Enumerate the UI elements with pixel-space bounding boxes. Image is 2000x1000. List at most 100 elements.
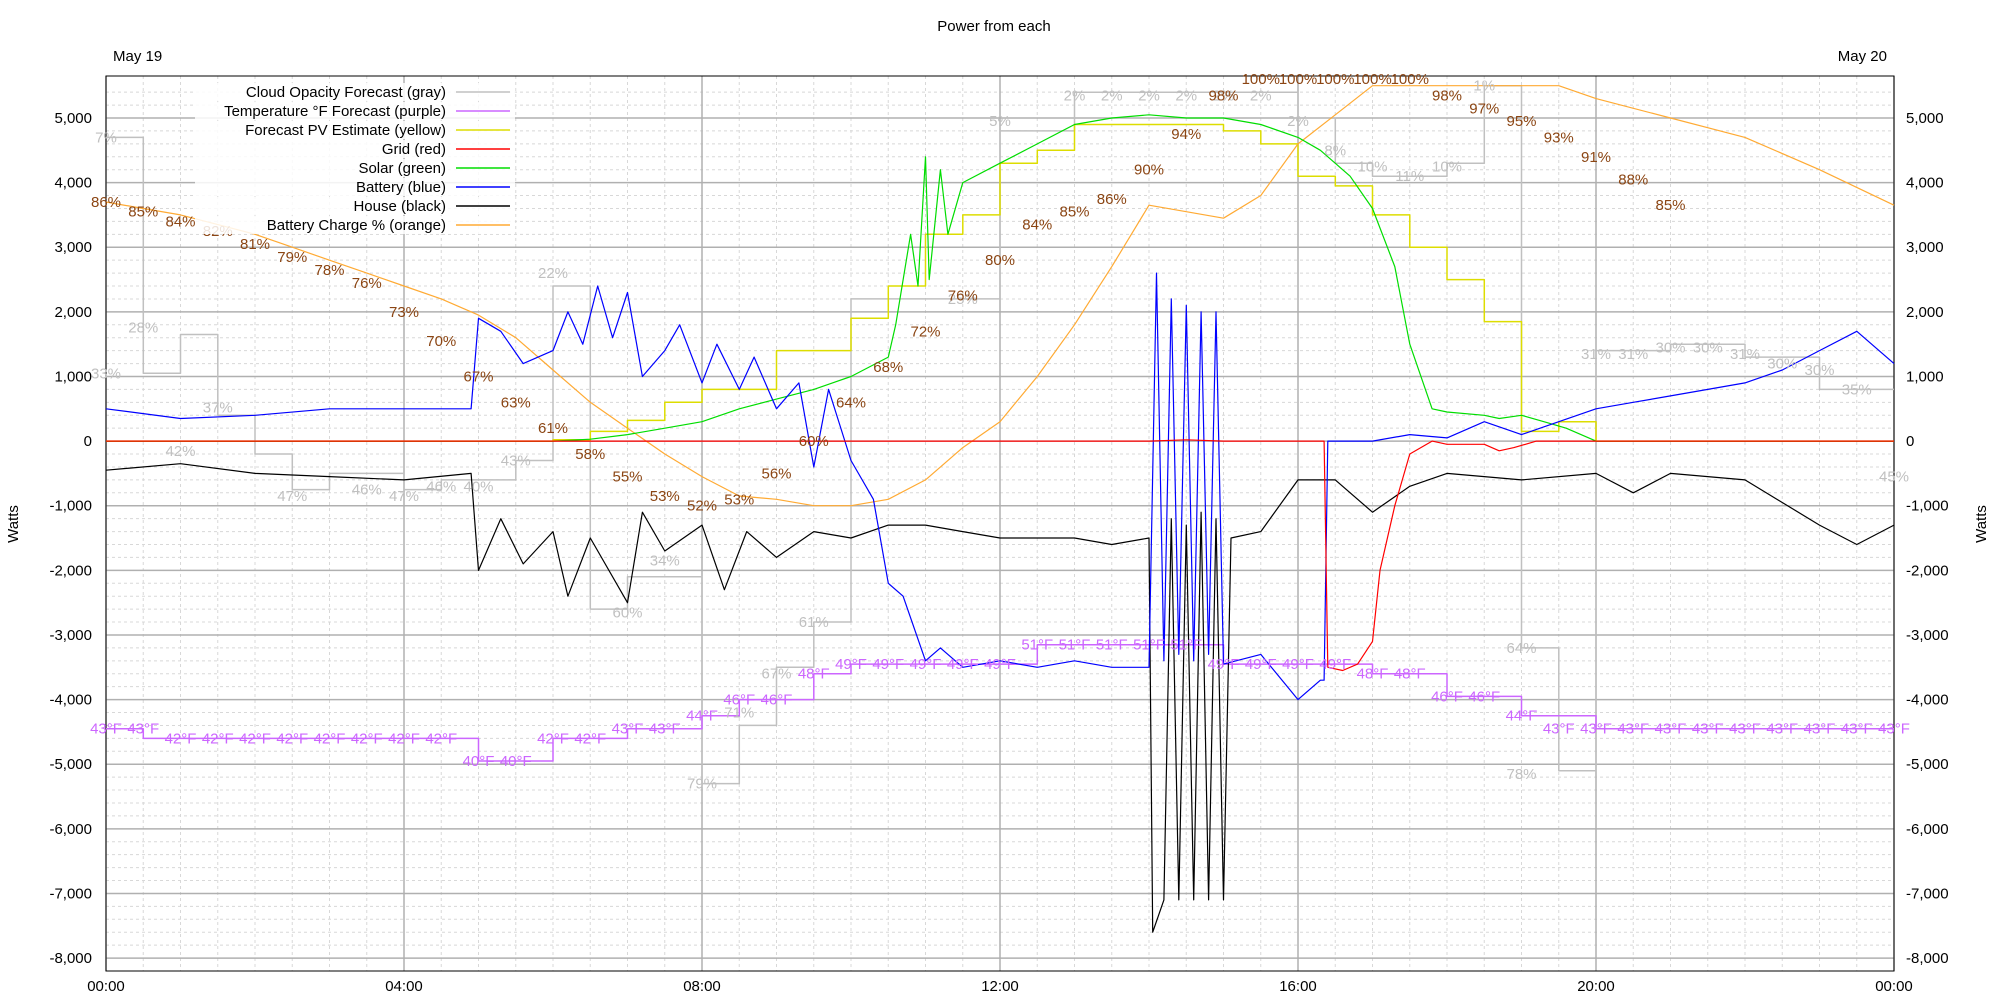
data-label: 40°F <box>500 753 532 770</box>
data-label: 43°F <box>90 721 122 738</box>
data-label: 67% <box>463 368 493 385</box>
data-label: 60% <box>799 433 829 450</box>
y-tick-label-left: 5,000 <box>54 110 92 127</box>
data-label: 42°F <box>165 730 197 747</box>
y-axis-label-left: Watts <box>5 505 22 543</box>
data-label: 100% <box>1242 71 1280 88</box>
data-label: 46°F <box>761 692 793 709</box>
data-label: 43% <box>501 452 531 469</box>
data-label: 84% <box>165 213 195 230</box>
data-label: 76% <box>352 275 382 292</box>
data-label: 48°F <box>1357 666 1389 683</box>
data-label: 2% <box>1064 87 1086 104</box>
data-label: 85% <box>1655 197 1685 214</box>
data-label: 100% <box>1353 71 1391 88</box>
data-label: 47% <box>277 488 307 505</box>
data-label: 43°F <box>1804 721 1836 738</box>
y-tick-label-right: -8,000 <box>1906 950 1949 967</box>
y-tick-label-right: -6,000 <box>1906 821 1949 838</box>
data-label: 95% <box>1506 113 1536 130</box>
data-label: 31% <box>1730 346 1760 363</box>
y-tick-label-left: 0 <box>84 433 92 450</box>
data-label: 42°F <box>425 730 457 747</box>
data-label: 43°F <box>1655 721 1687 738</box>
y-tick-label-right: 4,000 <box>1906 175 1944 192</box>
legend: Cloud Opacity Forecast (gray) Temperature… <box>195 83 515 234</box>
data-label: 42°F <box>388 730 420 747</box>
data-label: 49°F <box>872 656 904 673</box>
data-label: 100% <box>1316 71 1354 88</box>
data-label: 51°F <box>1133 637 1165 654</box>
data-label: 43°F <box>127 721 159 738</box>
data-label: 43°F <box>649 721 681 738</box>
y-tick-label-right: -7,000 <box>1906 885 1949 902</box>
data-label: 86% <box>1097 191 1127 208</box>
y-tick-label-right: -1,000 <box>1906 498 1949 515</box>
data-label: 46% <box>426 478 456 495</box>
data-label: 33% <box>91 365 121 382</box>
x-tick-label: 12:00 <box>981 978 1019 995</box>
data-label: 46°F <box>1431 688 1463 705</box>
data-label: 46% <box>352 482 382 499</box>
data-label: 2% <box>1287 113 1309 130</box>
y-tick-label-right: 0 <box>1906 433 1914 450</box>
data-label: 43°F <box>612 721 644 738</box>
power-chart: Power from each May 19 May 20 Watts Watt… <box>5 18 1990 995</box>
data-label: 5% <box>989 113 1011 130</box>
data-label: 48°F <box>1394 666 1426 683</box>
data-label: 52% <box>687 498 717 515</box>
y-tick-label-left: -4,000 <box>49 692 92 709</box>
data-label: 73% <box>389 304 419 321</box>
data-label: 30% <box>1804 362 1834 379</box>
data-label: 42°F <box>574 730 606 747</box>
data-label: 61% <box>538 420 568 437</box>
data-label: 43°F <box>1766 721 1798 738</box>
data-label: 35% <box>1842 381 1872 398</box>
y-axis-label-right: Watts <box>1973 505 1990 543</box>
data-label: 51°F <box>1170 637 1202 654</box>
data-label: 31% <box>1581 346 1611 363</box>
data-label: 43°F <box>1878 721 1910 738</box>
data-label: 80% <box>985 252 1015 269</box>
y-tick-label-left: -5,000 <box>49 756 92 773</box>
data-label: 31% <box>1618 346 1648 363</box>
data-label: 2% <box>1138 87 1160 104</box>
data-label: 55% <box>612 469 642 486</box>
data-label: 68% <box>873 359 903 376</box>
y-tick-label-right: -5,000 <box>1906 756 1949 773</box>
data-label: 91% <box>1581 149 1611 166</box>
data-label: 40°F <box>463 753 495 770</box>
data-label: 49°F <box>910 656 942 673</box>
date-left: May 19 <box>113 48 162 65</box>
data-label: 93% <box>1544 129 1574 146</box>
data-label: 53% <box>724 491 754 508</box>
data-label: 43°F <box>1692 721 1724 738</box>
data-label: 28% <box>128 319 158 336</box>
y-tick-label-left: 2,000 <box>54 304 92 321</box>
data-label: 46°F <box>723 692 755 709</box>
data-label: 46°F <box>1468 688 1500 705</box>
y-tick-label-left: -6,000 <box>49 821 92 838</box>
y-tick-label-left: -7,000 <box>49 885 92 902</box>
x-tick-label: 16:00 <box>1279 978 1317 995</box>
data-label: 43°F <box>1617 721 1649 738</box>
data-label: 47% <box>389 488 419 505</box>
data-label: 49°F <box>984 656 1016 673</box>
data-label: 49°F <box>947 656 979 673</box>
data-label: 84% <box>1022 217 1052 234</box>
y-tick-label-left: -8,000 <box>49 950 92 967</box>
data-label: 8% <box>1324 142 1346 159</box>
data-label: 22% <box>538 265 568 282</box>
data-label: 81% <box>240 236 270 253</box>
y-tick-label-left: -2,000 <box>49 562 92 579</box>
data-label: 61% <box>799 614 829 631</box>
data-label: 2% <box>1101 87 1123 104</box>
y-tick-label-right: -4,000 <box>1906 692 1949 709</box>
data-label: 43°F <box>1729 721 1761 738</box>
data-label: 49°F <box>1319 656 1351 673</box>
data-label: 11% <box>1395 168 1424 185</box>
y-tick-label-left: 3,000 <box>54 239 92 256</box>
data-label: 7% <box>95 129 117 146</box>
x-tick-label: 00:00 <box>1875 978 1913 995</box>
y-tick-label-right: 2,000 <box>1906 304 1944 321</box>
